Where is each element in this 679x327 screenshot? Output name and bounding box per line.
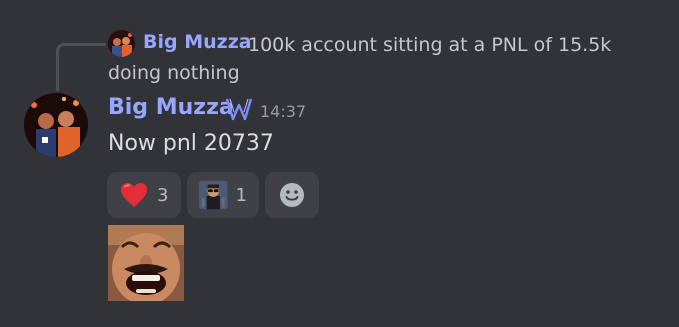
- reaction-custom-emoji[interactable]: 1: [187, 172, 259, 218]
- custom-sunglasses-man-icon: [199, 180, 228, 210]
- author-name[interactable]: Big Muzza: [108, 95, 234, 120]
- reply-message-text-continued[interactable]: doing nothing: [108, 59, 240, 87]
- w-badge-icon[interactable]: [225, 97, 253, 121]
- message-timestamp[interactable]: 14:37: [260, 102, 306, 121]
- chat-message-group: Big Muzza 100k account sitting at a PNL …: [0, 0, 679, 327]
- add-reaction-smiley-icon: [280, 183, 304, 207]
- red-heart-icon: [121, 183, 147, 207]
- reaction-heart[interactable]: 3: [107, 172, 181, 218]
- reply-avatar[interactable]: [108, 30, 135, 57]
- message-content: Now pnl 20737: [108, 131, 274, 156]
- reaction-count: 3: [157, 184, 169, 206]
- reaction-count: 1: [235, 184, 247, 206]
- gif-attachment[interactable]: [108, 225, 184, 301]
- author-avatar[interactable]: [24, 93, 88, 157]
- reply-author-name[interactable]: Big Muzza: [143, 31, 252, 53]
- reply-connector-line: [56, 43, 106, 91]
- add-reaction-button[interactable]: [265, 172, 319, 218]
- reply-message-text[interactable]: 100k account sitting at a PNL of 15.5k: [248, 31, 668, 59]
